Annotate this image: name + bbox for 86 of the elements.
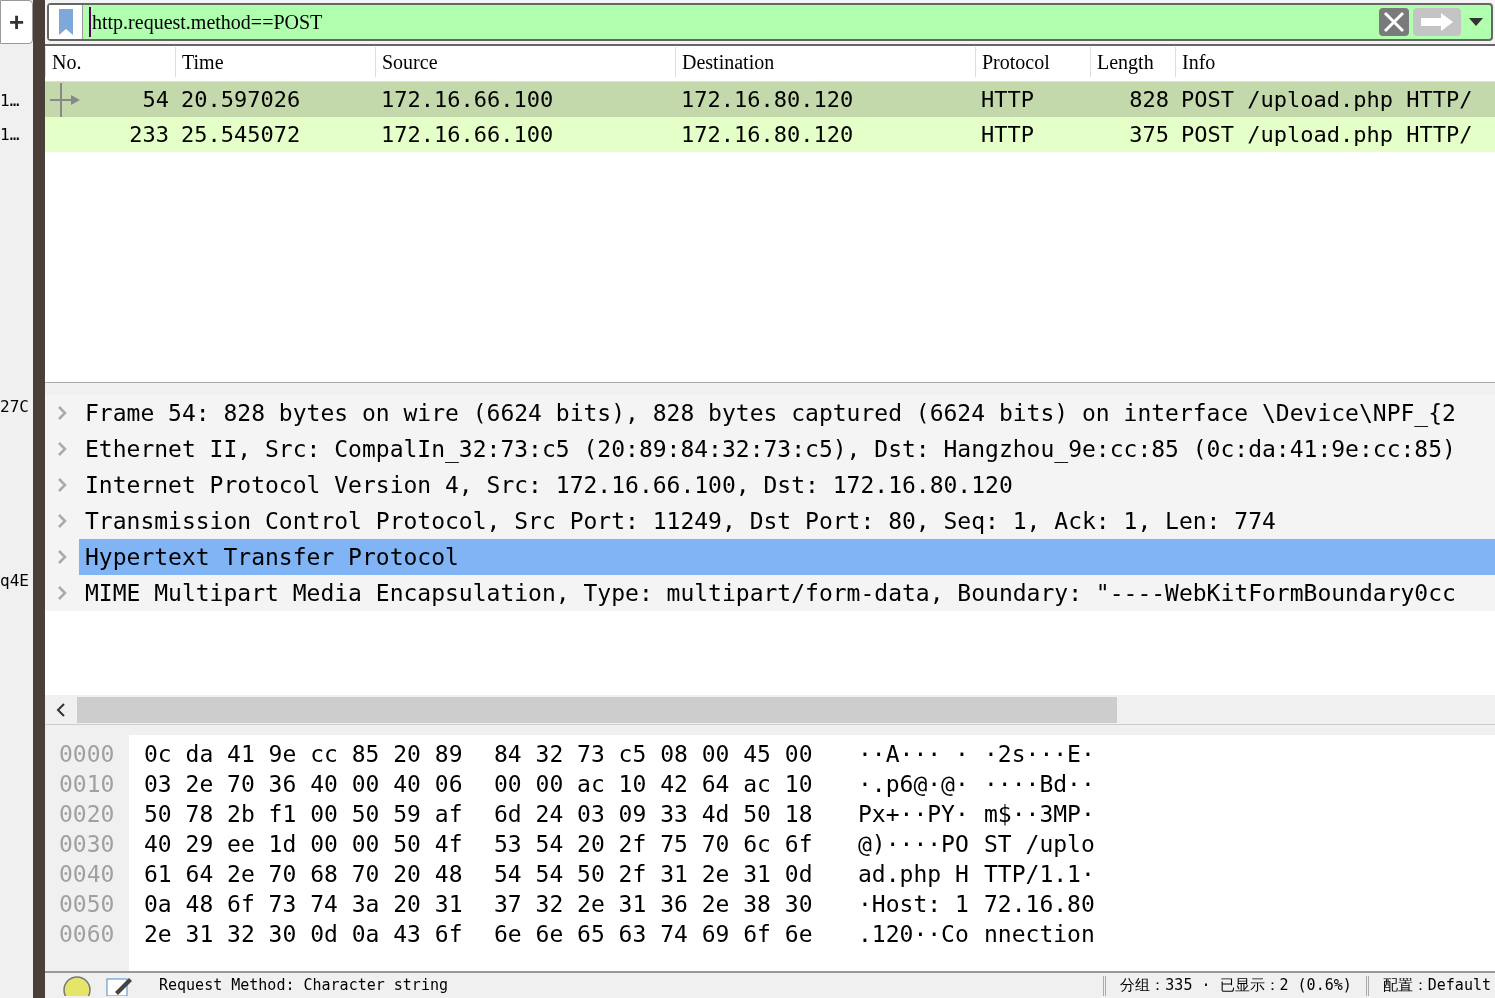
hex-bytes: 84 32 73 c5 08 00 45 00 (494, 740, 814, 769)
hex-bytes: 6d 24 03 09 33 4d 50 18 (494, 800, 814, 829)
chevron-right-icon[interactable] (57, 586, 67, 600)
chevron-right-icon[interactable] (57, 478, 67, 492)
status-indicator-icon[interactable] (63, 975, 91, 996)
ascii-text: ad.php H (858, 860, 970, 889)
edit-icon[interactable] (105, 975, 133, 996)
scroll-left-icon[interactable] (56, 702, 66, 717)
ascii-text: 72.16.80 (984, 890, 1095, 919)
packet-cell-text: 172.16.66.100 (381, 121, 554, 149)
packet-cell-text: HTTP (981, 86, 1034, 114)
column-header[interactable]: Destination (675, 47, 975, 77)
column-header[interactable]: Length (1090, 47, 1175, 77)
clear-button[interactable] (1379, 8, 1409, 36)
packet-cell-text: 172.16.80.120 (681, 86, 854, 114)
scrollbar-thumb[interactable] (77, 696, 1117, 723)
ascii-text: m$··3MP· (984, 800, 1095, 829)
column-header[interactable]: No. (45, 47, 175, 77)
ascii-text: TTP/1.1· (984, 860, 1095, 889)
column-header[interactable]: Protocol (975, 47, 1090, 77)
chevron-right-icon[interactable] (57, 550, 67, 564)
filter-field[interactable]: http.request.method==POST (47, 3, 1493, 41)
offset-text: 0060 (58, 920, 116, 949)
fragment-text: 27C (0, 396, 30, 418)
hex-bytes: 03 2e 70 36 40 00 40 06 (144, 770, 464, 799)
packet-cell-text: 375 (1129, 121, 1169, 149)
hex-bytes: 53 54 20 2f 75 70 6c 6f (494, 830, 814, 859)
hex-bytes: 37 32 2e 31 36 2e 38 30 (494, 890, 814, 919)
fragment-text: q4E (0, 570, 30, 592)
ascii-text: ··A··· · (858, 740, 970, 769)
ascii-text: ·.p6@·@· (858, 770, 970, 799)
packet-cell-text: 172.16.80.120 (681, 121, 854, 149)
ascii-text: ·2s···E· (984, 740, 1095, 769)
packet-cell-text: 172.16.66.100 (381, 86, 554, 114)
chevron-right-icon[interactable] (57, 406, 67, 420)
offset-text: 0000 (58, 740, 116, 769)
profile-text: 配置：Default (1382, 975, 1492, 997)
packet-row[interactable]: 233 25.545072 172.16.66.100 172.16.80.120 HTTP 375 POST /upload.php HTTP/ (45, 117, 1495, 152)
hex-bytes: 00 00 ac 10 42 64 ac 10 (494, 770, 814, 799)
packet-cell-text: POST /upload.php HTTP/ (1181, 121, 1473, 149)
field-info-text: Request Method: Character string (159, 975, 449, 997)
offset-text: 0050 (58, 890, 116, 919)
ascii-text: ····Bd·· (984, 770, 1095, 799)
splitter-handle[interactable] (45, 725, 1495, 735)
packet-cell-text: HTTP (981, 121, 1034, 149)
packet-count-text: 分组：335 · 已显示：2 (0.6%) (1120, 975, 1352, 997)
ascii-text: nnection (984, 920, 1095, 949)
packet-cell-text: POST /upload.php HTTP/ (1181, 86, 1473, 114)
tree-item[interactable]: Hypertext Transfer Protocol (79, 539, 1495, 575)
packet-cell-text: 233 (129, 121, 169, 149)
offset-text: 0010 (58, 770, 116, 799)
hex-bytes: 61 64 2e 70 68 70 20 48 (144, 860, 464, 889)
hex-bytes: 0c da 41 9e cc 85 20 89 (144, 740, 464, 769)
hex-bytes: 50 78 2b f1 00 50 59 af (144, 800, 464, 829)
chevron-right-icon[interactable] (57, 442, 67, 456)
bookmark-icon[interactable] (57, 8, 74, 36)
hex-bytes: 40 29 ee 1d 00 00 50 4f (144, 830, 464, 859)
offset-text: 0040 (58, 860, 116, 889)
ascii-text: ·Host: 1 (858, 890, 970, 919)
fragment-text: 1… (0, 124, 21, 146)
hex-bytes: 6e 6e 65 63 74 69 6f 6e (494, 920, 814, 949)
packet-cell-text: 828 (1129, 86, 1169, 114)
fragment-text: 1… (0, 90, 21, 112)
arrow-right-icon (1419, 12, 1455, 32)
packet-row[interactable]: 54 20.597026 172.16.66.100 172.16.80.120 HTTP 828 POST /upload.php HTTP/ (45, 82, 1495, 117)
hex-bytes: 0a 48 6f 73 74 3a 20 31 (144, 890, 464, 919)
chevron-right-icon[interactable] (57, 514, 67, 528)
ascii-text: ST /uplo (984, 830, 1095, 859)
caret-down-icon[interactable] (1469, 18, 1483, 26)
packet-cell-text: 20.597026 (181, 86, 301, 114)
ascii-text: Px+··PY· (858, 800, 970, 829)
hex-bytes: 54 54 50 2f 31 2e 31 0d (494, 860, 814, 889)
packet-cell-text: 25.545072 (181, 121, 301, 149)
offset-text: 0020 (58, 800, 116, 829)
column-header[interactable]: Source (375, 47, 675, 77)
column-header[interactable]: Time (175, 47, 375, 77)
ascii-text: @)····PO (858, 830, 970, 859)
apply-button[interactable] (1413, 8, 1461, 36)
add-button[interactable]: + (0, 0, 33, 44)
offset-text: 0030 (58, 830, 116, 859)
splitter-handle[interactable] (45, 383, 1495, 395)
hex-bytes: 2e 31 32 30 0d 0a 43 6f (144, 920, 464, 949)
close-icon (1383, 11, 1405, 33)
column-header[interactable]: Info (1175, 47, 1495, 77)
ascii-text: .120··Co (858, 920, 970, 949)
packet-cell-text: 54 (142, 86, 169, 114)
